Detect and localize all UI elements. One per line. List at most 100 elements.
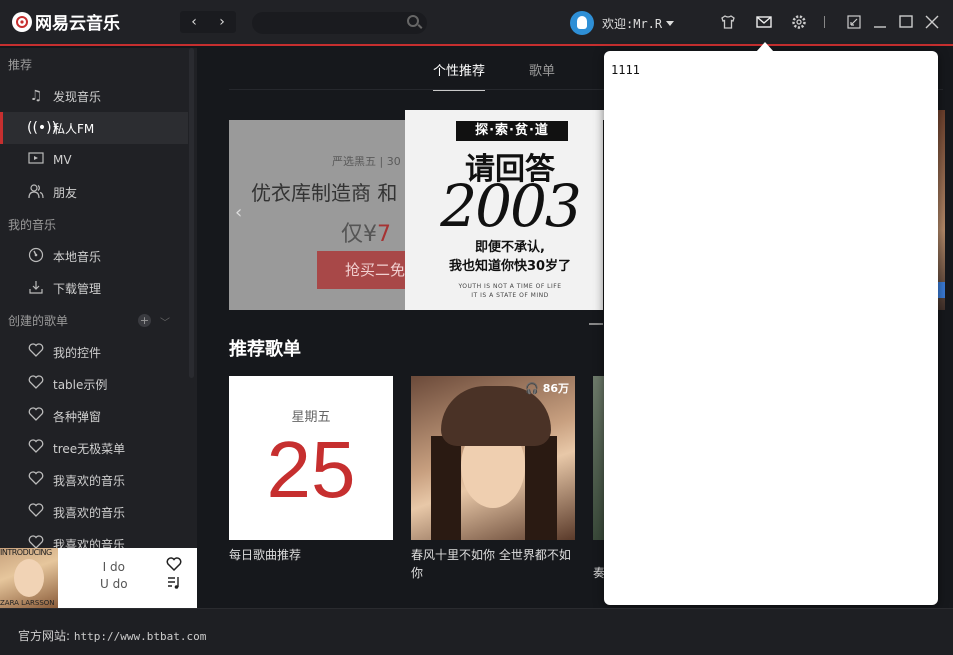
section-title-recommended-playlists[interactable]: 推荐歌单	[229, 335, 301, 361]
footer-bar: 官方网站: http://www.btbat.com	[0, 608, 953, 655]
footer-website: 官方网站: http://www.btbat.com	[18, 627, 206, 644]
banner-tag: 探·索·贫·道	[456, 121, 568, 141]
user-avatar[interactable]	[570, 11, 594, 35]
banner-text: 严选黑五 | 30	[332, 155, 401, 168]
footer-url[interactable]: http://www.btbat.com	[74, 630, 206, 643]
search-input[interactable]	[252, 12, 427, 34]
playlist-label: tree无极菜单	[53, 441, 126, 456]
sidebar-item-downloads[interactable]: 下载管理	[0, 272, 188, 304]
netease-logo-icon	[12, 11, 32, 32]
back-button[interactable]: ‹	[180, 11, 208, 33]
shirt-icon[interactable]	[719, 13, 737, 31]
sidebar-item-friends[interactable]: 朋友	[0, 176, 188, 208]
song-artist: U do	[100, 577, 128, 591]
sidebar-item-local-music[interactable]: 本地音乐	[0, 240, 188, 272]
section-recommend: 推荐	[8, 58, 33, 72]
playlist-label: 各种弹窗	[53, 409, 102, 424]
sidebar-item-label: 本地音乐	[53, 249, 102, 264]
playlist-item[interactable]: 我喜欢的音乐	[0, 464, 188, 496]
playlist-item[interactable]: table示例	[0, 368, 188, 400]
playlist-label: 我喜欢的音乐	[53, 505, 126, 520]
banner-price: 仅¥7	[341, 222, 391, 247]
footer-label: 官方网站:	[18, 629, 71, 643]
song-info: I do U do	[100, 559, 128, 593]
playlist-label: 我的控件	[53, 345, 102, 360]
maximize-icon[interactable]	[897, 13, 915, 31]
banner-year: 2003	[440, 172, 582, 240]
now-playing[interactable]: INTRODUCING ZARA LARSSON I do U do	[0, 548, 197, 608]
album-cover[interactable]: INTRODUCING ZARA LARSSON	[0, 548, 58, 608]
playlist-card[interactable]: 🎧 86万 春风十里不如你 全世界都不如你	[411, 376, 575, 582]
chevron-down-icon[interactable]	[666, 20, 675, 26]
heart-icon	[27, 471, 45, 489]
playlist-label: table示例	[53, 377, 108, 392]
card-title[interactable]: 每日歌曲推荐	[229, 546, 393, 564]
playlist-card[interactable]: 星期五 25 每日歌曲推荐	[229, 376, 393, 564]
album-art	[14, 559, 44, 597]
song-title: I do	[102, 560, 125, 574]
tab-bar: 个性推荐 歌单	[433, 60, 555, 91]
mini-mode-icon[interactable]	[845, 13, 863, 31]
section-created-playlists: 创建的歌单	[8, 314, 69, 328]
chevron-down-icon[interactable]: ﹀	[160, 314, 170, 329]
sidebar-item-label: 下载管理	[53, 281, 102, 296]
banner-slide-left[interactable]: ‹ 严选黑五 | 30 优衣库制造商 和 仅¥7 抢买二免	[229, 120, 409, 310]
playlist-item[interactable]: 我喜欢的音乐	[0, 528, 188, 548]
banner-slide-center[interactable]: 探·索·贫·道 请回答 2003 即便不承认, 我也知道你快30岁了 YOUTH…	[405, 110, 605, 310]
radio-icon: ((•))	[27, 120, 58, 136]
carousel-indicator[interactable]	[589, 323, 603, 325]
sidebar-item-label: MV	[53, 153, 72, 167]
sidebar-item-mv[interactable]: MV	[0, 144, 188, 176]
mail-icon[interactable]	[755, 13, 773, 31]
history-nav: ‹ ›	[180, 11, 236, 33]
forward-button[interactable]: ›	[208, 11, 236, 33]
tab-playlists[interactable]: 歌单	[529, 60, 555, 91]
section-my-music: 我的音乐	[8, 218, 57, 232]
heart-icon	[27, 343, 45, 361]
video-icon	[27, 151, 45, 169]
message-popup[interactable]: 1111	[604, 42, 938, 605]
app-logo[interactable]: 网易云音乐	[12, 9, 120, 34]
playlist-item[interactable]: 各种弹窗	[0, 400, 188, 432]
playlist-label: 我喜欢的音乐	[53, 537, 126, 549]
app-name: 网易云音乐	[35, 14, 120, 34]
playlist-cover[interactable]: 🎧 86万	[411, 376, 575, 540]
user-greeting[interactable]: 欢迎:Mr.R	[602, 15, 662, 32]
heart-icon	[27, 407, 45, 425]
banner-subtitle: 即便不承认, 我也知道你快30岁了	[448, 240, 572, 274]
cover-art	[431, 436, 461, 540]
playlist-item[interactable]: 我的控件	[0, 336, 188, 368]
add-playlist-icon[interactable]: +	[138, 314, 151, 327]
user-menu[interactable]: 欢迎:Mr.R	[570, 11, 675, 35]
sidebar-item-fm[interactable]: ((•)) 私人FM	[0, 112, 188, 144]
sidebar-item-label: 私人FM	[53, 121, 95, 136]
daily-calendar-cover[interactable]: 星期五 25	[229, 376, 393, 540]
playlist-label: 我喜欢的音乐	[53, 473, 126, 488]
music-note-icon: ♫	[29, 88, 43, 104]
playlist-item[interactable]: 我喜欢的音乐	[0, 496, 188, 528]
weekday: 星期五	[291, 410, 331, 425]
minimize-icon[interactable]	[871, 13, 889, 31]
sidebar-scrollbar[interactable]	[189, 48, 194, 378]
banner-button: 抢买二免	[317, 251, 409, 289]
sidebar: 推荐 ♫ 发现音乐 ((•)) 私人FM MV 朋友 我的音乐 本地音乐 下载管…	[0, 48, 197, 548]
playlist-item[interactable]: tree无极菜单	[0, 432, 188, 464]
app-window: 网易云音乐 ‹ › 欢迎:Mr.R 推荐 ♫ 发现音乐 ((•)) 私人FM M…	[0, 0, 953, 655]
tab-personal-recommend[interactable]: 个性推荐	[433, 60, 486, 91]
banner-english: YOUTH IS NOT A TIME OF LIFE IT IS A STAT…	[458, 283, 562, 299]
gear-icon[interactable]	[790, 13, 808, 31]
card-title[interactable]: 春风十里不如你 全世界都不如你	[411, 546, 575, 582]
title-bar: 网易云音乐 ‹ › 欢迎:Mr.R	[0, 0, 953, 46]
like-heart-icon[interactable]	[166, 556, 182, 575]
sidebar-item-label: 发现音乐	[53, 89, 102, 104]
separator	[824, 16, 825, 28]
sidebar-item-discover[interactable]: ♫ 发现音乐	[0, 80, 188, 112]
close-icon[interactable]	[923, 13, 941, 31]
chevron-left-icon[interactable]: ‹	[235, 202, 242, 223]
popup-content: 1111	[611, 63, 640, 77]
disc-icon	[27, 247, 45, 265]
heart-icon	[27, 503, 45, 521]
search-icon[interactable]	[407, 15, 419, 27]
playlist-icon[interactable]	[167, 576, 181, 594]
cover-title: INTRODUCING	[0, 548, 52, 557]
